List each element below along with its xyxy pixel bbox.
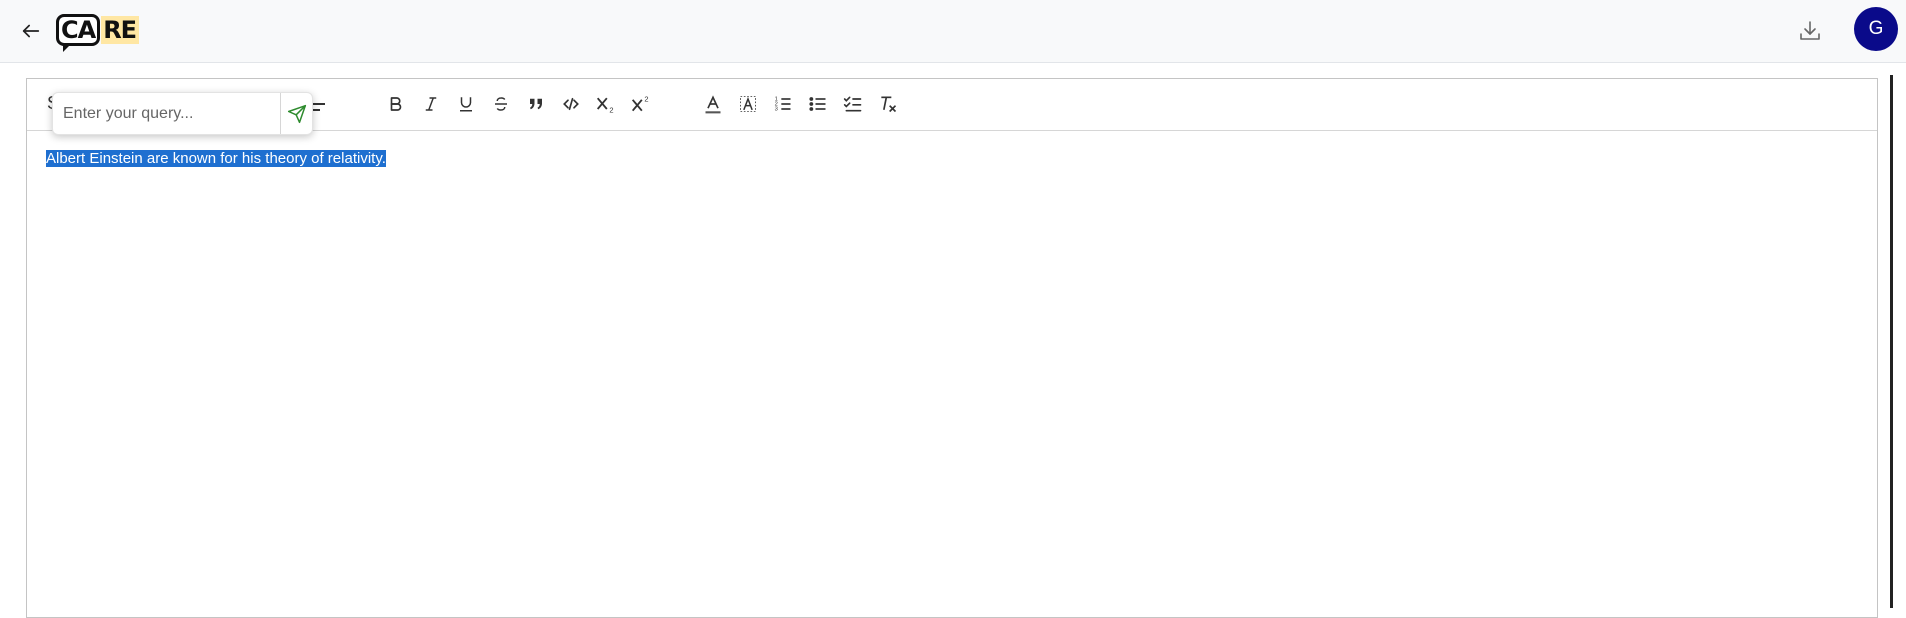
svg-text:2: 2 [609,105,613,114]
highlight-button[interactable] [734,90,762,118]
selected-text[interactable]: Albert Einstein are known for his theory… [46,150,386,167]
top-bar: CA RE G [0,0,1906,63]
logo-ca: CA [56,14,101,52]
underline-button[interactable] [452,90,480,118]
checklist-icon [843,96,862,112]
superscript-button[interactable]: 2 [627,90,655,118]
query-input[interactable] [53,93,281,134]
ordered-list-icon: 123 [775,97,791,113]
clear-format-icon [881,96,897,113]
download-button[interactable] [1797,18,1823,44]
superscript-icon: 2 [631,95,649,112]
checklist-button[interactable] [839,90,867,118]
svg-text:3: 3 [775,107,778,113]
logo-re: RE [101,16,140,44]
text-color-icon [705,95,721,114]
send-icon [287,104,306,123]
query-popup [52,92,313,135]
code-button[interactable] [557,90,585,118]
code-icon [563,97,579,111]
align-icon[interactable] [311,103,325,115]
back-button[interactable] [18,18,44,44]
editor-content[interactable]: Albert Einstein are known for his theory… [46,149,386,169]
svg-text:2: 2 [644,95,648,104]
italic-icon [425,97,437,111]
subscript-icon: 2 [596,97,614,114]
scrollbar[interactable] [1890,75,1893,608]
bold-icon [390,97,402,111]
clear-format-button[interactable] [874,90,902,118]
strikethrough-button[interactable] [487,90,515,118]
bullet-list-icon [809,97,826,111]
text-color-button[interactable] [699,90,727,118]
subscript-button[interactable]: 2 [592,90,620,118]
editor: S 2 2 123 [26,78,1878,618]
logo[interactable]: CA RE [56,11,140,52]
italic-button[interactable] [417,90,445,118]
send-button[interactable] [281,93,312,134]
avatar-initial: G [1868,18,1884,39]
avatar[interactable]: G [1854,7,1898,51]
strikethrough-icon [495,97,507,111]
bullet-list-button[interactable] [804,90,832,118]
arrow-left-icon [22,24,40,38]
bold-button[interactable] [382,90,410,118]
ordered-list-button[interactable]: 123 [769,90,797,118]
highlight-icon [740,96,756,112]
blockquote-button[interactable] [522,90,550,118]
quote-icon [530,98,542,110]
underline-icon [460,97,472,112]
download-icon [1800,21,1820,40]
